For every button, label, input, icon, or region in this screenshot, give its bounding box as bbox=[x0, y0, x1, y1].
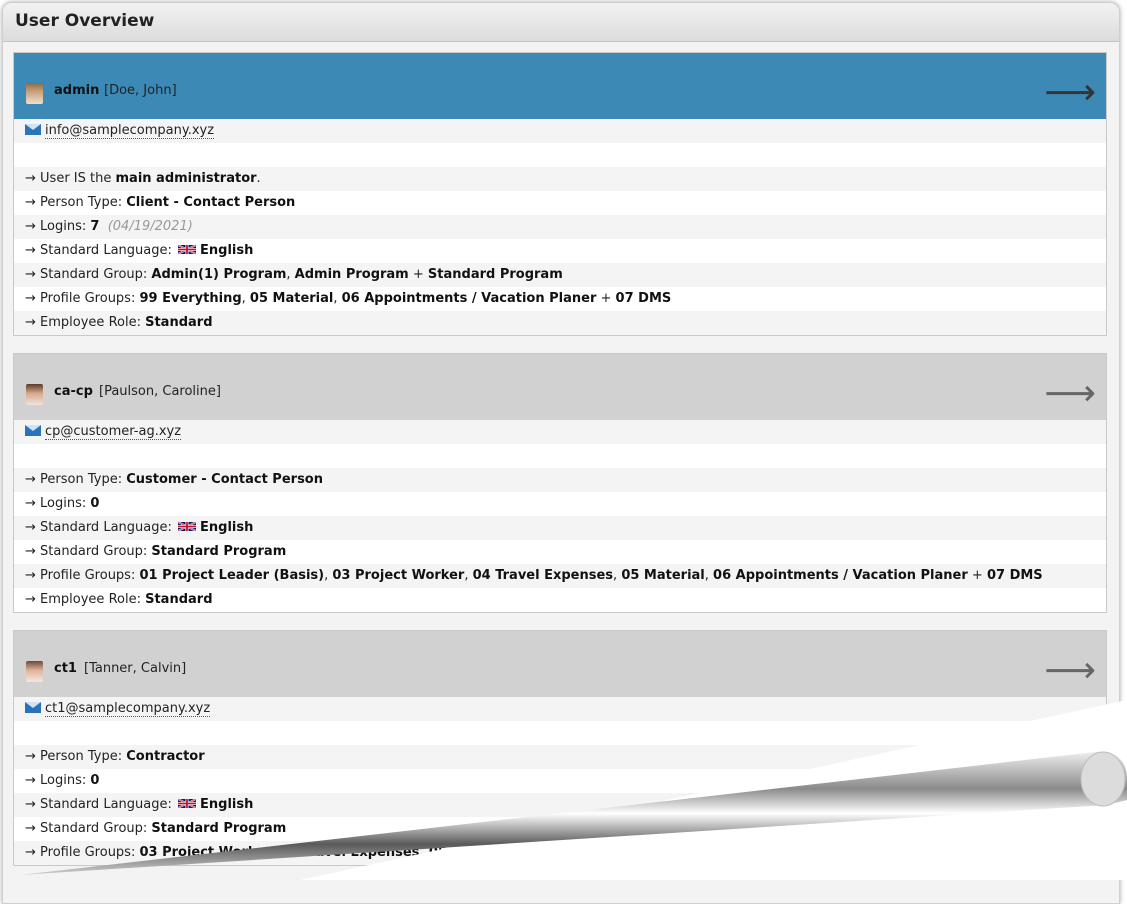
email-row: info@samplecompany.xyz bbox=[14, 119, 1106, 143]
language-row: → Standard Language: English bbox=[14, 516, 1106, 540]
logins-row: → Logins: 7 (04/19/2021) bbox=[14, 215, 1106, 239]
open-user-arrow-icon[interactable]: ⟶ bbox=[1044, 75, 1096, 111]
employee-role-row: → Employee Role: Standard bbox=[14, 311, 1106, 335]
mail-icon bbox=[25, 424, 41, 436]
profile-groups-row: → Profile Groups: 03 Project Worker, 04 … bbox=[14, 841, 1106, 865]
profile-groups-row: → Profile Groups: 99 Everything, 05 Mate… bbox=[14, 287, 1106, 311]
uk-flag-icon bbox=[178, 521, 196, 532]
avatar bbox=[26, 661, 43, 682]
employee-role-row: → Employee Role: Standard bbox=[14, 588, 1106, 612]
full-name: [Tanner, Calvin] bbox=[84, 661, 187, 676]
logins-row: → Logins: 0 bbox=[14, 492, 1106, 516]
username: ca-cp bbox=[54, 384, 93, 399]
email-link[interactable]: ct1@samplecompany.xyz bbox=[45, 701, 211, 717]
user-details: ct1@samplecompany.xyz → Person Type: Con… bbox=[14, 697, 1106, 865]
standard-group-row: → Standard Group: Admin(1) Program, Admi… bbox=[14, 263, 1106, 287]
user-overview-panel: User Overview admin [Doe, John] ⟶ info@s… bbox=[2, 2, 1120, 904]
full-name: [Paulson, Caroline] bbox=[99, 384, 221, 399]
person-type-row: → Person Type: Customer - Contact Person bbox=[14, 468, 1106, 492]
open-user-arrow-icon[interactable]: ⟶ bbox=[1044, 653, 1096, 689]
user-details: cp@customer-ag.xyz → Person Type: Custom… bbox=[14, 420, 1106, 612]
full-name: [Doe, John] bbox=[104, 83, 177, 98]
last-login-date: (04/19/2021) bbox=[107, 219, 193, 234]
email-link[interactable]: info@samplecompany.xyz bbox=[45, 123, 215, 139]
user-card-ct1[interactable]: ct1 [Tanner, Calvin] ⟶ ct1@samplecompany… bbox=[13, 630, 1107, 866]
uk-flag-icon bbox=[178, 798, 196, 809]
page-title: User Overview bbox=[15, 11, 155, 31]
username: admin bbox=[54, 83, 100, 98]
username: ct1 bbox=[54, 661, 77, 676]
user-card-ca-cp[interactable]: ca-cp [Paulson, Caroline] ⟶ cp@customer-… bbox=[13, 353, 1107, 613]
standard-group-row: → Standard Group: Standard Program bbox=[14, 817, 1106, 841]
user-card-header[interactable]: ct1 [Tanner, Calvin] ⟶ bbox=[14, 631, 1106, 697]
title-bar: User Overview bbox=[3, 3, 1119, 42]
user-card-admin[interactable]: admin [Doe, John] ⟶ info@samplecompany.x… bbox=[13, 52, 1107, 336]
blank-row bbox=[14, 143, 1106, 167]
blank-row bbox=[14, 444, 1106, 468]
avatar bbox=[26, 384, 43, 405]
email-link[interactable]: cp@customer-ag.xyz bbox=[45, 424, 182, 440]
admin-row: → User IS the main administrator. bbox=[14, 167, 1106, 191]
mail-icon bbox=[25, 701, 41, 713]
user-card-header[interactable]: admin [Doe, John] ⟶ bbox=[14, 53, 1106, 119]
profile-groups-row: → Profile Groups: 01 Project Leader (Bas… bbox=[14, 564, 1106, 588]
avatar bbox=[26, 83, 43, 104]
email-row: ct1@samplecompany.xyz bbox=[14, 697, 1106, 721]
mail-icon bbox=[25, 123, 41, 135]
user-card-header[interactable]: ca-cp [Paulson, Caroline] ⟶ bbox=[14, 354, 1106, 420]
open-user-arrow-icon[interactable]: ⟶ bbox=[1044, 376, 1096, 412]
standard-group-row: → Standard Group: Standard Program bbox=[14, 540, 1106, 564]
person-type-row: → Person Type: Contractor bbox=[14, 745, 1106, 769]
person-type-row: → Person Type: Client - Contact Person bbox=[14, 191, 1106, 215]
language-row: → Standard Language: English bbox=[14, 239, 1106, 263]
email-row: cp@customer-ag.xyz bbox=[14, 420, 1106, 444]
logins-row: → Logins: 0 bbox=[14, 769, 1106, 793]
uk-flag-icon bbox=[178, 244, 196, 255]
language-row: → Standard Language: English bbox=[14, 793, 1106, 817]
user-details: info@samplecompany.xyz → User IS the mai… bbox=[14, 119, 1106, 335]
blank-row bbox=[14, 721, 1106, 745]
